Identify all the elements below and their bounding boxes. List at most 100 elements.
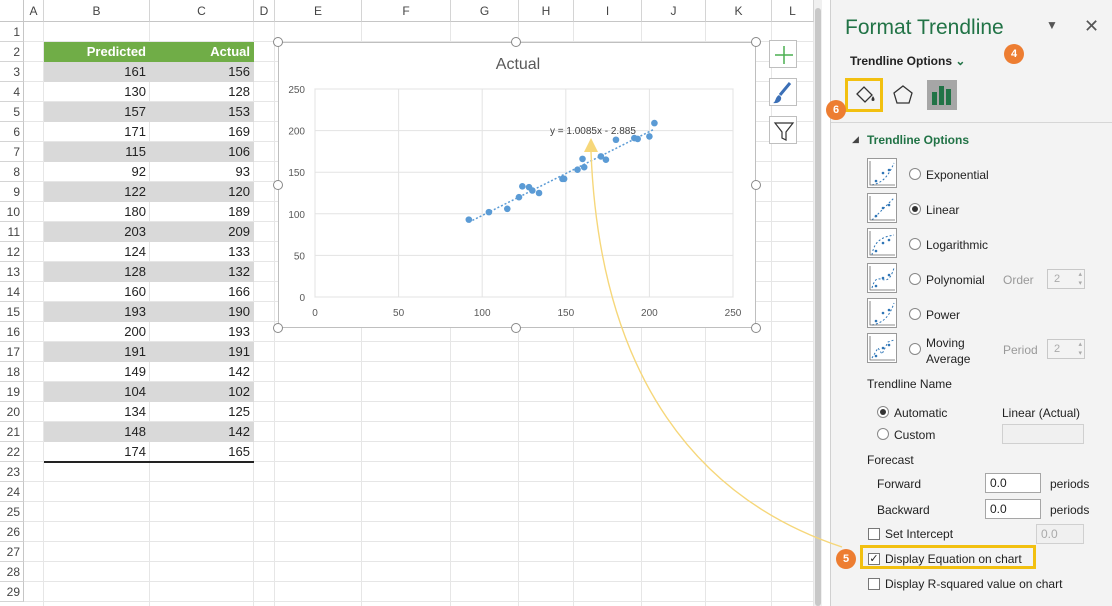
column-header[interactable]: L [772,0,814,22]
row-header[interactable]: 7 [0,142,24,162]
resize-handle[interactable] [273,180,283,190]
cell-predicted[interactable]: 149 [44,362,150,382]
row-header[interactable]: 21 [0,422,24,442]
trendline-type-exponential[interactable]: Exponential [867,158,1112,188]
row-header[interactable]: 11 [0,222,24,242]
scatter-chart[interactable]: 0 50 100 150 200 250 0 50 100 150 200 250 Actual y = … [279,43,757,329]
row-header[interactable]: 3 [0,62,24,82]
cell-actual[interactable]: 209 [150,222,254,242]
chevron-down-icon[interactable]: ▼ [1046,18,1058,32]
row-header[interactable]: 5 [0,102,24,122]
cell-predicted[interactable]: 148 [44,422,150,442]
cell-actual[interactable]: 165 [150,442,254,462]
cell-predicted[interactable]: 115 [44,142,150,162]
cell-predicted[interactable]: 180 [44,202,150,222]
column-header[interactable]: F [362,0,451,22]
cell-actual[interactable]: 93 [150,162,254,182]
custom-radio[interactable] [877,428,889,440]
column-header[interactable]: H [519,0,574,22]
cell-actual[interactable]: 106 [150,142,254,162]
column-header[interactable]: G [451,0,519,22]
row-header[interactable]: 8 [0,162,24,182]
resize-handle[interactable] [511,37,521,47]
row-header[interactable]: 1 [0,22,24,42]
backward-input[interactable]: 0.0 [985,499,1041,519]
automatic-radio[interactable] [877,406,889,418]
resize-handle[interactable] [751,323,761,333]
tab-effects[interactable] [888,80,918,110]
trendline-type-radio[interactable] [909,308,921,320]
cell-predicted[interactable]: 200 [44,322,150,342]
row-header[interactable]: 24 [0,482,24,502]
cell-actual[interactable]: 193 [150,322,254,342]
trendline-type-radio[interactable] [909,203,921,215]
chart-area[interactable]: 0 50 100 150 200 250 0 50 100 150 200 250 Actual y = … [278,42,756,328]
scrollbar-thumb[interactable] [815,8,821,606]
cell-actual[interactable]: 132 [150,262,254,282]
section-trendline-options[interactable]: Trendline Options [867,133,969,147]
collapse-triangle-icon[interactable]: ◢ [852,134,859,145]
close-icon[interactable]: ✕ [1084,16,1099,37]
cell-actual[interactable]: 191 [150,342,254,362]
trendline-type-polynomial[interactable]: Polynomial Order 2 [867,263,1112,293]
cell-predicted[interactable]: 171 [44,122,150,142]
select-all-corner[interactable] [0,0,24,22]
display-r2-checkbox[interactable] [868,578,880,590]
row-header[interactable]: 18 [0,362,24,382]
cell-actual[interactable]: 142 [150,362,254,382]
cell-predicted[interactable]: 128 [44,262,150,282]
cell-predicted[interactable]: 174 [44,442,150,462]
display-r2-label[interactable]: Display R-squared value on chart [885,577,1062,591]
cell-predicted[interactable]: 160 [44,282,150,302]
cell-actual[interactable]: 166 [150,282,254,302]
column-header[interactable]: K [706,0,772,22]
chart-elements-button[interactable] [769,40,797,68]
column-header[interactable]: I [574,0,642,22]
set-intercept-label[interactable]: Set Intercept [885,527,953,541]
cell-actual[interactable]: 190 [150,302,254,322]
options-dropdown[interactable]: Trendline Options ⌄ [850,54,965,68]
cell-predicted[interactable]: 157 [44,102,150,122]
row-header[interactable]: 12 [0,242,24,262]
header-predicted[interactable]: Predicted [44,42,150,62]
cell-predicted[interactable]: 130 [44,82,150,102]
cell-predicted[interactable]: 193 [44,302,150,322]
trendline-type-label[interactable]: Power [926,308,960,322]
row-header[interactable]: 28 [0,562,24,582]
cell-predicted[interactable]: 92 [44,162,150,182]
cell-predicted[interactable]: 203 [44,222,150,242]
cell-actual[interactable]: 142 [150,422,254,442]
row-header[interactable]: 29 [0,582,24,602]
cell-predicted[interactable]: 191 [44,342,150,362]
resize-handle[interactable] [751,37,761,47]
cell-actual[interactable]: 133 [150,242,254,262]
vertical-scrollbar[interactable] [814,0,822,606]
row-header[interactable]: 15 [0,302,24,322]
set-intercept-input[interactable]: 0.0 [1036,524,1084,544]
row-header[interactable]: 2 [0,42,24,62]
trendline-type-label[interactable]: Polynomial [926,273,985,287]
trendline-extra-stepper[interactable]: 2 [1047,339,1085,359]
resize-handle[interactable] [751,180,761,190]
row-header[interactable]: 19 [0,382,24,402]
cell-predicted[interactable]: 104 [44,382,150,402]
column-header[interactable]: B [44,0,150,22]
cell-actual[interactable]: 128 [150,82,254,102]
row-header[interactable]: 20 [0,402,24,422]
trendline-type-radio[interactable] [909,343,921,355]
trendline-type-label[interactable]: Linear [926,203,959,217]
cell-actual[interactable]: 153 [150,102,254,122]
cell-actual[interactable]: 169 [150,122,254,142]
column-header[interactable]: A [24,0,44,22]
row-header[interactable]: 10 [0,202,24,222]
resize-handle[interactable] [273,37,283,47]
header-actual[interactable]: Actual [150,42,254,62]
display-equation-label[interactable]: Display Equation on chart [885,552,1022,566]
cell-actual[interactable]: 189 [150,202,254,222]
row-header[interactable]: 23 [0,462,24,482]
row-header[interactable]: 27 [0,542,24,562]
trendline-type-radio[interactable] [909,168,921,180]
row-header[interactable]: 4 [0,82,24,102]
row-header[interactable]: 16 [0,322,24,342]
forward-input[interactable]: 0.0 [985,473,1041,493]
